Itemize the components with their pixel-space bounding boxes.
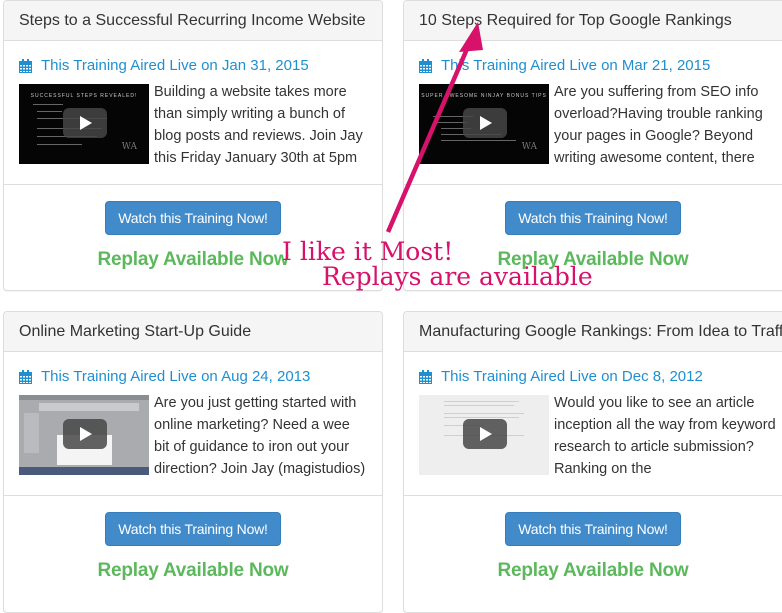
video-thumbnail[interactable]: SUPER AWESOME NINJAY BONUS TIPS WA — [419, 84, 549, 164]
aired-date-link[interactable]: This Training Aired Live on Jan 31, 2015 — [19, 56, 367, 76]
card-description: Are you suffering from SEO info overload… — [554, 84, 763, 166]
card-body: This Training Aired Live on Mar 21, 2015… — [404, 41, 782, 185]
video-thumbnail[interactable] — [19, 395, 149, 475]
play-icon[interactable] — [63, 419, 107, 449]
training-card: Manufacturing Google Rankings: From Idea… — [403, 311, 782, 613]
watch-training-button[interactable]: Watch this Training Now! — [505, 201, 681, 235]
play-icon[interactable] — [63, 108, 107, 138]
media: Would you like to see an article incepti… — [419, 395, 782, 480]
video-thumbnail[interactable] — [419, 395, 549, 475]
aired-date-text: This Training Aired Live on Jan 31, 2015 — [41, 57, 309, 74]
aired-date-link[interactable]: This Training Aired Live on Aug 24, 2013 — [19, 367, 367, 387]
card-description: Are you just getting started with online… — [154, 395, 366, 477]
card-body: This Training Aired Live on Dec 8, 2012 … — [404, 352, 782, 496]
card-footer: Watch this Training Now! Replay Availabl… — [404, 496, 782, 582]
aired-date-text: This Training Aired Live on Aug 24, 2013 — [41, 368, 311, 385]
card-title: Online Marketing Start-Up Guide — [4, 312, 382, 352]
logo-icon: WA — [121, 142, 137, 152]
aired-date-text: This Training Aired Live on Mar 21, 2015 — [441, 57, 711, 74]
replay-available-label: Replay Available Now — [97, 560, 289, 581]
card-footer: Watch this Training Now! Replay Availabl… — [404, 185, 782, 271]
annotation-text-line2: Replays are available — [322, 262, 593, 291]
watch-training-button[interactable]: Watch this Training Now! — [505, 512, 681, 546]
calendar-icon — [419, 370, 432, 384]
thumbnail-title: SUPER AWESOME NINJAY BONUS TIPS — [421, 93, 547, 99]
watch-training-button[interactable]: Watch this Training Now! — [105, 201, 281, 235]
card-description: Would you like to see an article incepti… — [554, 395, 776, 477]
card-body: This Training Aired Live on Aug 24, 2013… — [4, 352, 382, 496]
card-footer: Watch this Training Now! Replay Availabl… — [4, 496, 382, 582]
training-card: 10 Steps Required for Top Google Ranking… — [403, 0, 782, 291]
watch-training-button[interactable]: Watch this Training Now! — [105, 512, 281, 546]
logo-icon: WA — [521, 142, 537, 152]
aired-date-link[interactable]: This Training Aired Live on Mar 21, 2015 — [419, 56, 782, 76]
video-thumbnail[interactable]: SUCCESSFUL STEPS REVEALED! WA — [19, 84, 149, 164]
media: SUCCESSFUL STEPS REVEALED! WA Building a… — [19, 84, 367, 169]
card-title: Manufacturing Google Rankings: From Idea… — [404, 312, 782, 352]
training-card: Online Marketing Start-Up Guide This Tra… — [3, 311, 383, 613]
aired-date-text: This Training Aired Live on Dec 8, 2012 — [441, 368, 703, 385]
replay-available-label: Replay Available Now — [497, 560, 689, 581]
card-title: 10 Steps Required for Top Google Ranking… — [404, 1, 782, 41]
calendar-icon — [19, 59, 32, 73]
card-body: This Training Aired Live on Jan 31, 2015… — [4, 41, 382, 185]
play-icon[interactable] — [463, 419, 507, 449]
card-title: Steps to a Successful Recurring Income W… — [4, 1, 382, 41]
media: Are you just getting started with online… — [19, 395, 367, 480]
aired-date-link[interactable]: This Training Aired Live on Dec 8, 2012 — [419, 367, 782, 387]
calendar-icon — [19, 370, 32, 384]
calendar-icon — [419, 59, 432, 73]
media: SUPER AWESOME NINJAY BONUS TIPS WA Are y… — [419, 84, 782, 169]
play-icon[interactable] — [463, 108, 507, 138]
thumbnail-title: SUCCESSFUL STEPS REVEALED! — [30, 93, 138, 99]
card-description: Building a website takes more than simpl… — [154, 84, 363, 166]
